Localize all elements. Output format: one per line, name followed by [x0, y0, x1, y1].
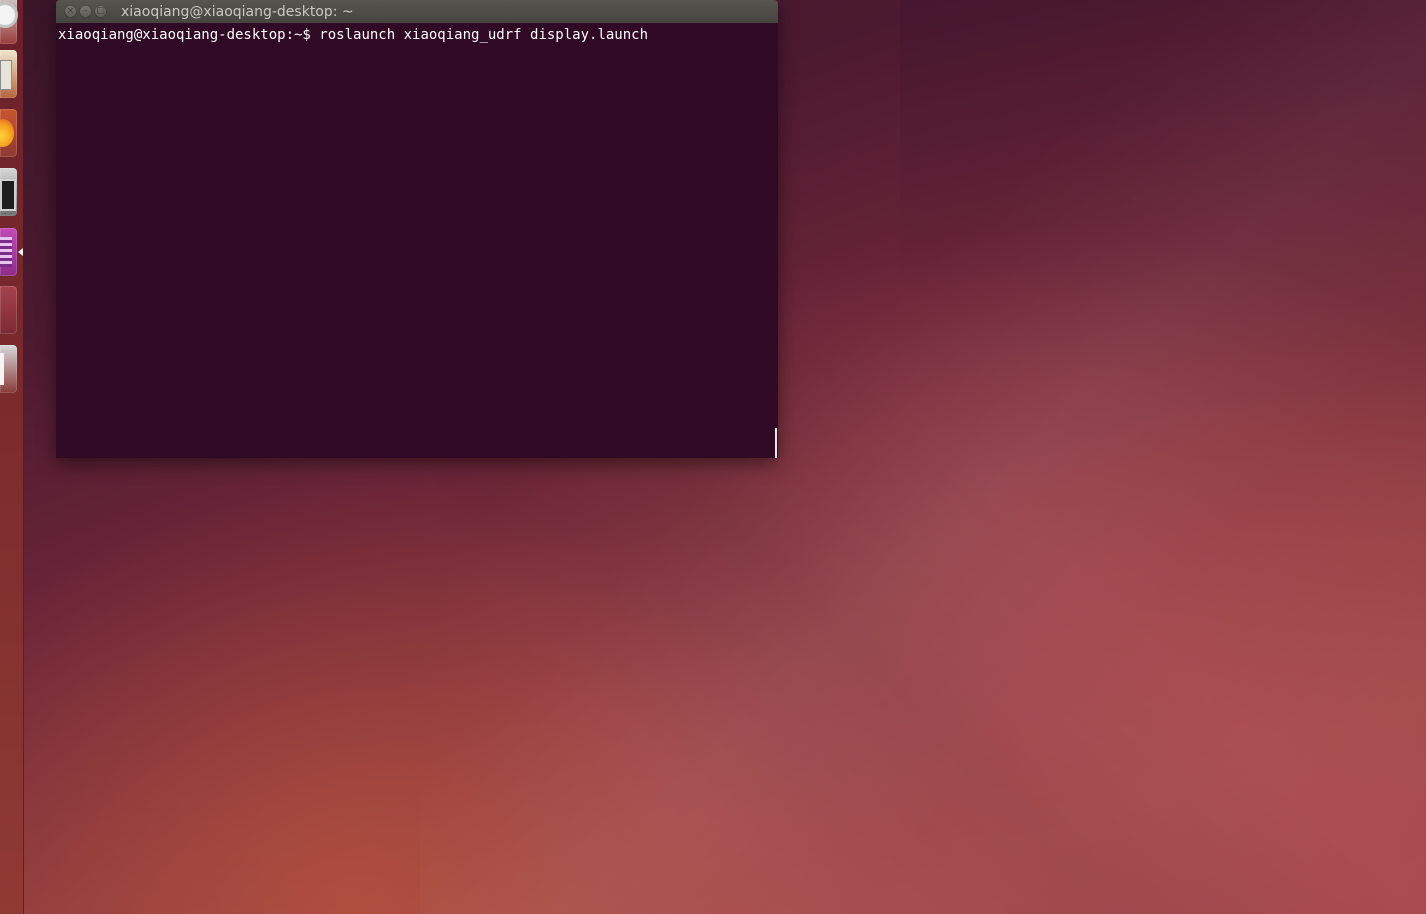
shell-command: roslaunch xiaoqiang_udrf display.launch: [319, 27, 649, 43]
terminal-launcher-item[interactable]: [0, 168, 17, 216]
files-launcher-item[interactable]: [0, 50, 17, 98]
active-indicator-icon: [18, 248, 23, 256]
launcher: [0, 0, 24, 914]
firefox-icon: [0, 119, 14, 147]
terminal-output[interactable]: xiaoqiang@xiaoqiang-desktop:~$ roslaunch…: [56, 23, 778, 458]
files-icon: [0, 60, 12, 90]
wallpaper-facet: [900, 0, 1426, 914]
text-editor-launcher-item[interactable]: [0, 345, 17, 393]
maximize-button[interactable]: □: [94, 5, 107, 18]
ubuntu-logo-icon: [0, 2, 18, 28]
text-cursor: [775, 428, 777, 458]
calculator-launcher-item[interactable]: [0, 228, 17, 276]
firefox-launcher-item[interactable]: [0, 109, 17, 157]
text-editor-icon: [0, 353, 4, 385]
app-launcher-item[interactable]: [0, 286, 17, 334]
ubuntu-dash-launcher-item[interactable]: [0, 0, 18, 44]
terminal-app-icon: [0, 179, 16, 211]
window-titlebar[interactable]: × – □ xiaoqiang@xiaoqiang-desktop: ~: [56, 0, 778, 23]
window-title: xiaoqiang@xiaoqiang-desktop: ~: [121, 3, 354, 20]
shell-prompt: xiaoqiang@xiaoqiang-desktop:~$: [58, 27, 320, 43]
terminal-window[interactable]: × – □ xiaoqiang@xiaoqiang-desktop: ~ xia…: [56, 0, 778, 458]
calculator-icon: [0, 237, 12, 267]
terminal-line: xiaoqiang@xiaoqiang-desktop:~$ roslaunch…: [58, 26, 648, 44]
minimize-button[interactable]: –: [79, 5, 92, 18]
close-button[interactable]: ×: [64, 5, 77, 18]
